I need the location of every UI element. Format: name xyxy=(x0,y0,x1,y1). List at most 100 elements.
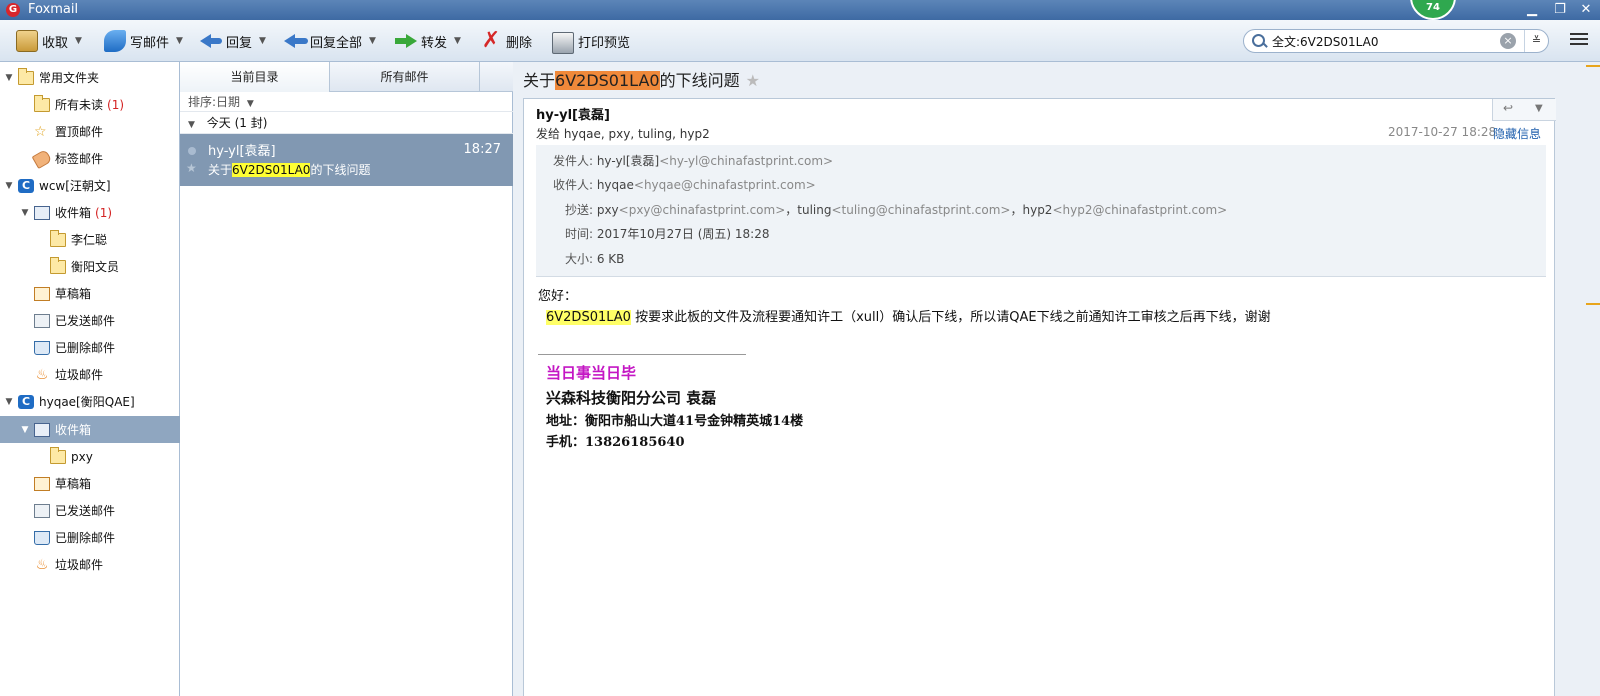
greeting: 您好： xyxy=(538,289,578,304)
search-options-icon[interactable]: ≚ xyxy=(1524,30,1548,52)
folder-hyqae-junk[interactable]: ♨ 垃圾邮件 xyxy=(0,551,180,578)
expand-triangle-icon[interactable]: ▼ xyxy=(20,425,30,435)
subject-prefix: 关于 xyxy=(208,163,233,177)
hide-info-link[interactable]: 隐藏信息 xyxy=(1493,125,1541,142)
mail-header-details: 发件人: hy-yl[袁磊]<hy-yl@chinafastprint.com>… xyxy=(536,145,1546,277)
tab-current-folder[interactable]: 当前目录 xyxy=(180,62,330,92)
time-value: 2017年10月27日 (周五) 18:28 xyxy=(596,227,770,241)
delete-button[interactable]: ✗ 删除 xyxy=(480,28,532,54)
collapse-triangle-icon[interactable]: ▼ xyxy=(188,120,195,130)
to-email[interactable]: <hyqae@chinafastprint.com> xyxy=(634,178,816,192)
folder-tagged[interactable]: 标签邮件 xyxy=(0,145,180,172)
receive-button[interactable]: 收取 ▼ xyxy=(16,28,82,54)
folder-all-unread[interactable]: 所有未读 (1) xyxy=(0,91,180,118)
reply-all-button[interactable]: 回复全部 ▼ xyxy=(284,28,376,54)
folder-wcw-junk[interactable]: ♨ 垃圾邮件 xyxy=(0,361,180,388)
from-label: 发件人: xyxy=(552,154,593,168)
print-preview-button[interactable]: 打印预览 xyxy=(552,28,630,54)
tag-icon xyxy=(31,148,53,169)
body-text: 按要求此板的文件及流程要通知许工（xull）确认后下线，所以请QAE下线之前通知… xyxy=(630,310,1271,325)
expand-triangle-icon[interactable]: ▼ xyxy=(20,208,30,218)
to-line: 收件人: hyqae<hyqae@chinafastprint.com> xyxy=(536,175,1546,195)
date-group-header[interactable]: ▼ 今天 (1 封) xyxy=(180,112,513,134)
signature-phone: 手机：13826185640 xyxy=(546,435,685,450)
cc-email[interactable]: <pxy@chinafastprint.com> xyxy=(619,203,786,217)
inbox-icon xyxy=(34,205,50,220)
read-status-dot-icon[interactable] xyxy=(188,147,196,155)
folder-wcw-drafts[interactable]: 草稿箱 xyxy=(0,280,180,307)
chevron-down-icon[interactable]: ▼ xyxy=(369,36,376,46)
chevron-down-icon[interactable]: ▼ xyxy=(454,36,461,46)
signature-address: 地址：衡阳市船山大道41号金钟精英城14楼 xyxy=(546,414,804,429)
scroll-marker xyxy=(1586,303,1600,305)
search-input[interactable] xyxy=(1272,33,1492,50)
folder-hyqae-deleted[interactable]: 已删除邮件 xyxy=(0,524,180,551)
title-bar: G Foxmail 74 ▁ ❐ ✕ xyxy=(0,0,1600,20)
tab-all-mail[interactable]: 所有邮件 xyxy=(330,62,480,92)
cc-name[interactable]: tuling xyxy=(797,203,831,217)
cc-separator: ， xyxy=(1010,203,1023,217)
title-highlight: 6V2DS01LA0 xyxy=(555,71,660,90)
from-email[interactable]: <hy-yl@chinafastprint.com> xyxy=(659,154,833,168)
expand-triangle-icon[interactable]: ▼ xyxy=(4,181,14,191)
chevron-down-icon[interactable]: ▼ xyxy=(1535,103,1543,114)
folder-common[interactable]: ▼ 常用文件夹 xyxy=(0,64,180,91)
write-mail-button[interactable]: 写邮件 ▼ xyxy=(104,28,183,54)
folder-wcw-deleted[interactable]: 已删除邮件 xyxy=(0,334,180,361)
mail-sender[interactable]: hy-yl[袁磊] xyxy=(536,104,610,123)
from-name[interactable]: hy-yl[袁磊] xyxy=(597,154,659,168)
chevron-down-icon[interactable]: ▼ xyxy=(259,36,266,46)
folder-pxy[interactable]: pxy xyxy=(0,443,180,470)
folder-hyqae-drafts[interactable]: 草稿箱 xyxy=(0,470,180,497)
cc-email[interactable]: <tuling@chinafastprint.com> xyxy=(831,203,1010,217)
search-icon[interactable] xyxy=(1251,33,1267,49)
folder-icon xyxy=(18,67,34,85)
account-icon: C xyxy=(18,394,34,409)
close-icon[interactable]: ✕ xyxy=(1576,1,1596,19)
folder-hyqae-inbox[interactable]: ▼ 收件箱 xyxy=(0,416,180,443)
message-row[interactable]: ★ hy-yl[袁磊] 18:27 关于6V2DS01LA0的下线问题 xyxy=(180,134,513,186)
forward-button[interactable]: 转发 ▼ xyxy=(395,28,461,54)
expand-triangle-icon[interactable]: ▼ xyxy=(4,73,14,83)
folder-icon xyxy=(34,94,50,112)
from-line: 发件人: hy-yl[袁磊]<hy-yl@chinafastprint.com> xyxy=(536,151,1546,171)
signature-motto: 当日事当日毕 xyxy=(546,364,637,382)
delete-label: 删除 xyxy=(506,35,533,51)
chevron-down-icon[interactable]: ▼ xyxy=(247,99,254,109)
reply-icon[interactable]: ↩ xyxy=(1503,101,1513,115)
folder-wcw-sent[interactable]: 已发送邮件 xyxy=(0,307,180,334)
folder-lirencong[interactable]: 李仁聪 xyxy=(0,226,180,253)
star-icon[interactable]: ★ xyxy=(186,161,197,175)
folder-hyqae-sent[interactable]: 已发送邮件 xyxy=(0,497,180,524)
expand-triangle-icon[interactable]: ▼ xyxy=(4,397,14,407)
account-wcw[interactable]: ▼ C wcw[汪朝文] xyxy=(0,172,180,199)
cc-name[interactable]: pxy xyxy=(597,203,619,217)
to-name[interactable]: hyqae xyxy=(597,178,634,192)
chevron-down-icon[interactable]: ▼ xyxy=(176,36,183,46)
minimize-icon[interactable]: ▁ xyxy=(1522,1,1542,19)
reply-button[interactable]: 回复 ▼ xyxy=(200,28,266,54)
folder-label: pxy xyxy=(71,449,93,464)
sort-bar[interactable]: 排序:日期 ▼ xyxy=(180,92,513,112)
scroll-marker xyxy=(1586,65,1600,67)
folder-hengyang-clerk[interactable]: 衡阳文员 xyxy=(0,253,180,280)
account-hyqae[interactable]: ▼ C hyqae[衡阳QAE] xyxy=(0,388,180,415)
folder-label: 垃圾邮件 xyxy=(55,558,104,572)
star-icon[interactable]: ★ xyxy=(746,71,760,90)
main-menu-icon[interactable] xyxy=(1568,30,1590,52)
cc-name[interactable]: hyp2 xyxy=(1022,203,1052,217)
cc-email[interactable]: <hyp2@chinafastprint.com> xyxy=(1052,203,1227,217)
size-label: 大小: xyxy=(564,252,593,266)
folder-label: 衡阳文员 xyxy=(71,260,120,274)
folder-wcw-inbox[interactable]: ▼ 收件箱 (1) xyxy=(0,199,180,226)
write-label: 写邮件 xyxy=(130,35,170,51)
folder-pinned[interactable]: ☆ 置顶邮件 xyxy=(0,118,180,145)
drafts-icon xyxy=(34,476,50,491)
chevron-down-icon[interactable]: ▼ xyxy=(75,36,82,46)
account-label: hyqae[衡阳QAE] xyxy=(39,395,135,409)
clear-search-icon[interactable]: × xyxy=(1500,33,1516,49)
restore-icon[interactable]: ❐ xyxy=(1550,1,1570,19)
notification-badge[interactable]: 74 xyxy=(1410,0,1456,20)
time-line: 时间: 2017年10月27日 (周五) 18:28 xyxy=(536,224,1546,244)
folder-label: 草稿箱 xyxy=(55,477,92,491)
